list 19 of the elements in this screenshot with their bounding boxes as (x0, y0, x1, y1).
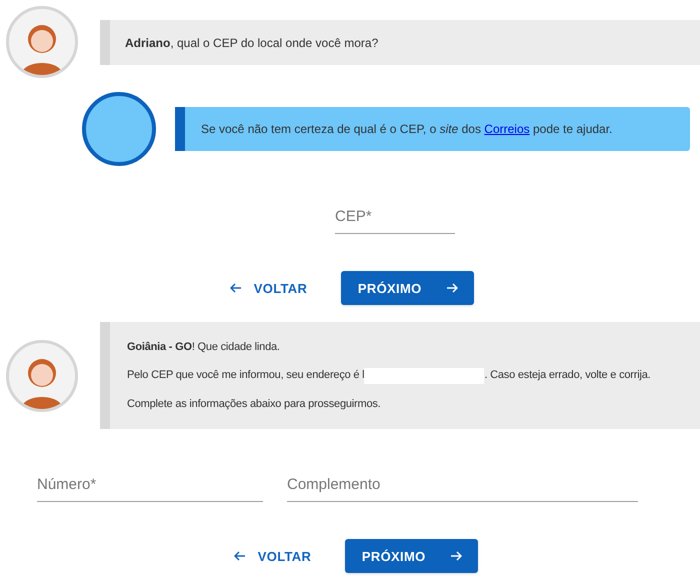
hint-text: Se você não tem certeza de qual é o CEP, o site dos (201, 121, 482, 138)
input-field[interactable]: Complemento (287, 474, 638, 502)
city-text: Goiânia - GO! Que cidade linda. (127, 340, 281, 355)
arrow-left-icon (234, 550, 246, 562)
arrow-right-icon (450, 550, 462, 562)
hint-text: pode te ajudar. (532, 121, 612, 138)
input-field[interactable]: CEP* (335, 206, 455, 234)
back-button[interactable]: VOLTAR (226, 270, 312, 306)
back-button[interactable]: VOLTAR (230, 538, 316, 574)
next-button[interactable]: PRÓXIMO (341, 271, 474, 306)
instruction-text: Complete as informações abaixo para prosseguirmos. (127, 396, 382, 412)
correios-link[interactable]: Correios (484, 120, 530, 138)
arrow-right-icon (446, 282, 458, 294)
address-text: Pelo CEP que você me informou, seu endereço é l (127, 368, 364, 384)
arrow-left-icon (230, 282, 242, 294)
question-text: Adriano, qual o CEP do local onde você mora? (125, 34, 378, 52)
address-text: . Caso esteja errado, volte e corrija. (484, 368, 650, 384)
next-button[interactable]: PRÓXIMO (345, 539, 478, 574)
input-field[interactable]: Número* (37, 474, 263, 502)
